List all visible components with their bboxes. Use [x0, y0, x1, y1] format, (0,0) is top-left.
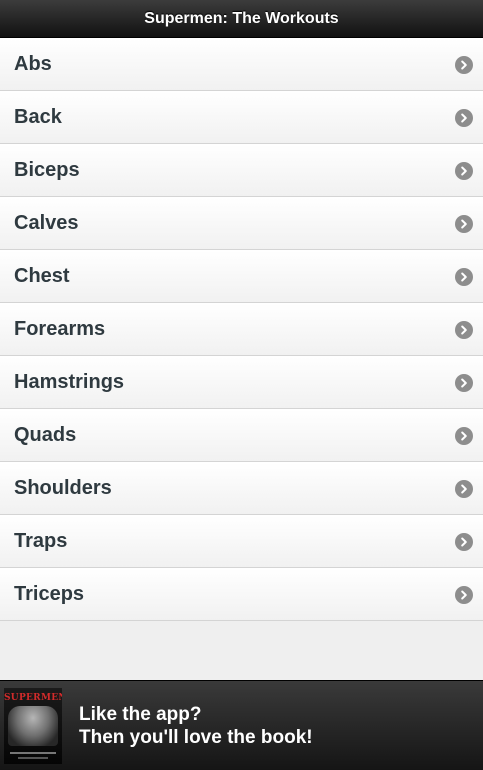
chevron-right-icon [455, 214, 473, 233]
chevron-right-icon [455, 108, 473, 127]
list-item-chest[interactable]: Chest [0, 250, 483, 303]
chevron-right-icon [455, 267, 473, 286]
list-item-label: Chest [14, 265, 70, 287]
page-title: Supermen: The Workouts [144, 9, 339, 27]
promo-text[interactable]: Like the app? Then you'll love the book! [79, 703, 313, 749]
list-item-triceps[interactable]: Triceps [0, 568, 483, 621]
cover-rule [18, 756, 48, 759]
list-item-shoulders[interactable]: Shoulders [0, 462, 483, 515]
list-item-label: Shoulders [14, 477, 112, 499]
list-item-label: Abs [14, 53, 52, 75]
list-item-calves[interactable]: Calves [0, 197, 483, 250]
chevron-right-icon [455, 373, 473, 392]
list-item-biceps[interactable]: Biceps [0, 144, 483, 197]
promo-line-1: Like the app? [79, 703, 202, 725]
list-item-label: Triceps [14, 583, 85, 605]
chevron-right-icon [455, 532, 473, 551]
list-item-label: Traps [14, 530, 68, 552]
list-item-label: Hamstrings [14, 371, 125, 393]
list-item-abs[interactable]: Abs [0, 38, 483, 91]
chevron-right-icon [455, 585, 473, 604]
cover-rule [10, 751, 56, 754]
list-item-label: Quads [14, 424, 77, 446]
chevron-right-icon [455, 479, 473, 498]
book-promo-banner[interactable]: SUPERMEN Like the app? Then you'll love … [0, 680, 483, 770]
list-item-label: Forearms [14, 318, 106, 340]
list-item-label: Calves [14, 212, 79, 234]
cover-figures [8, 705, 58, 746]
chevron-right-icon [455, 161, 473, 180]
list-item-quads[interactable]: Quads [0, 409, 483, 462]
book-cover-title: SUPERMEN [4, 692, 62, 703]
workout-list: Abs Back Biceps Calves Chest Forearms Ha… [0, 38, 483, 621]
header-bar: Supermen: The Workouts [0, 0, 483, 38]
list-item-hamstrings[interactable]: Hamstrings [0, 356, 483, 409]
chevron-right-icon [455, 320, 473, 339]
list-item-label: Biceps [14, 159, 80, 181]
chevron-right-icon [455, 426, 473, 445]
list-item-traps[interactable]: Traps [0, 515, 483, 568]
book-cover-image[interactable]: SUPERMEN [4, 687, 62, 764]
list-item-back[interactable]: Back [0, 91, 483, 144]
list-item-forearms[interactable]: Forearms [0, 303, 483, 356]
chevron-right-icon [455, 55, 473, 74]
list-item-label: Back [14, 106, 62, 128]
promo-line-2: Then you'll love the book! [79, 726, 313, 748]
